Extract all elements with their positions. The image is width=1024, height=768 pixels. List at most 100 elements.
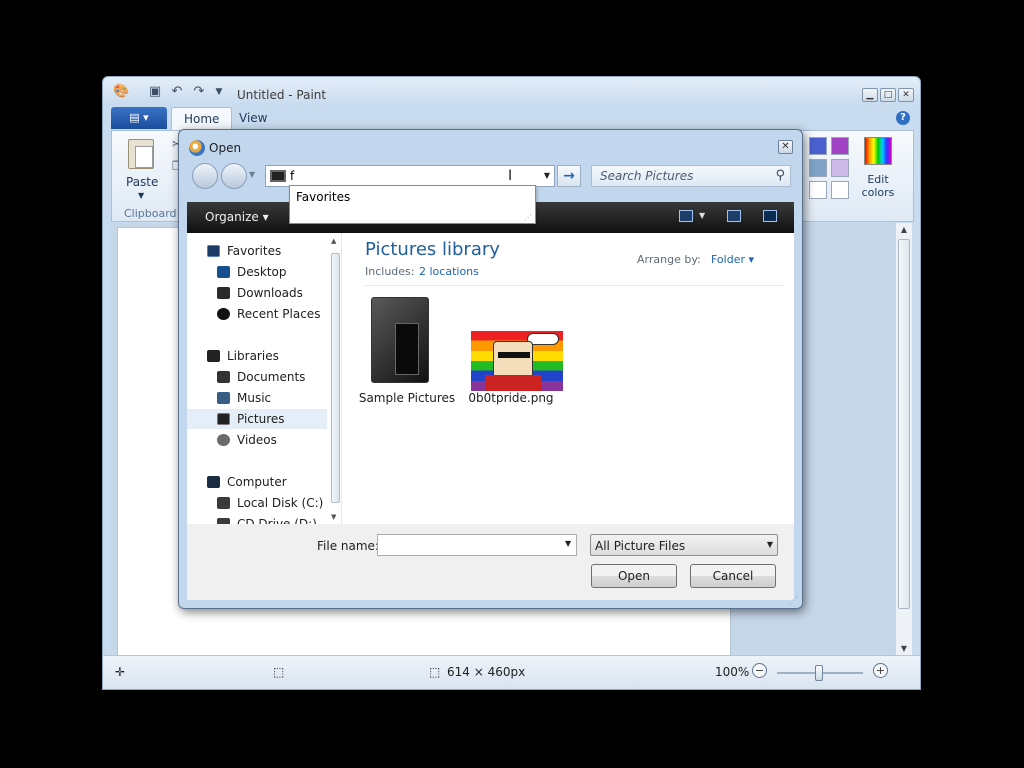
scroll-up-icon[interactable]: ▲ (331, 237, 336, 245)
paste-icon[interactable] (128, 139, 154, 169)
pictures-location-icon (270, 170, 286, 182)
address-bar[interactable]: f I ▼ (265, 165, 555, 187)
save-icon[interactable]: ▣ (147, 84, 163, 100)
folder-icon (371, 297, 431, 385)
organize-button[interactable]: Organize ▾ (205, 210, 269, 224)
nav-label: Desktop (237, 265, 287, 279)
paste-dropdown-icon[interactable]: ▼ (138, 191, 144, 200)
paint-app-icon[interactable]: 🎨 (113, 84, 129, 100)
nav-label: Documents (237, 370, 306, 384)
close-button[interactable]: ✕ (898, 88, 914, 102)
minimize-button[interactable]: ▁ (862, 88, 878, 102)
views-dropdown-icon[interactable]: ▼ (699, 211, 705, 220)
address-dropdown-icon[interactable]: ▼ (544, 171, 550, 180)
nav-item-videos[interactable]: Videos (187, 430, 327, 450)
computer-icon (207, 476, 220, 488)
back-button[interactable] (192, 163, 218, 189)
redo-icon[interactable]: ↷ (191, 84, 207, 100)
nav-item-libraries[interactable]: Libraries (187, 346, 327, 366)
color-swatch[interactable] (831, 181, 849, 199)
nav-item-desktop[interactable]: Desktop (187, 262, 327, 282)
downloads-icon (217, 287, 230, 299)
scrollbar-thumb[interactable] (898, 239, 910, 609)
file-name-dropdown-icon[interactable]: ▼ (565, 539, 571, 548)
favorites-icon (207, 245, 220, 257)
chevron-down-icon: ▼ (766, 540, 773, 549)
nav-item-computer[interactable]: Computer (187, 472, 327, 492)
nav-label: Libraries (227, 349, 279, 363)
dialog-close-button[interactable]: ✕ (778, 140, 793, 154)
color-swatch[interactable] (831, 159, 849, 177)
color-swatch[interactable] (809, 159, 827, 177)
dialog-titlebar: Open ✕ (179, 130, 802, 162)
edit-colors-button[interactable]: Edit colors (856, 137, 900, 203)
zoom-level: 100% (715, 665, 750, 679)
nav-item-documents[interactable]: Documents (187, 367, 327, 387)
zoom-out-button[interactable]: − (752, 663, 767, 678)
search-input[interactable]: Search Pictures ⚲ (591, 165, 791, 187)
nav-label: Videos (237, 433, 277, 447)
nav-label: Music (237, 391, 272, 405)
go-button[interactable]: → (557, 165, 581, 187)
navigation-pane: Favorites Desktop Downloads Recent Place… (187, 233, 342, 524)
paint-menu-button[interactable]: ▤ ▾ (111, 107, 167, 129)
preview-pane-icon[interactable] (727, 210, 741, 222)
tab-home[interactable]: Home (171, 107, 233, 130)
undo-icon[interactable]: ↶ (169, 84, 185, 100)
clipboard-group-label: Clipboard (124, 207, 177, 220)
nav-scrollbar[interactable]: ▲ ▼ (330, 237, 341, 521)
paste-button[interactable]: Paste (126, 175, 158, 189)
image-thumbnail (471, 331, 563, 391)
views-icon[interactable] (679, 210, 693, 222)
zoom-slider[interactable] (777, 665, 863, 681)
scroll-down-icon[interactable]: ▼ (331, 513, 336, 521)
vertical-scrollbar[interactable]: ▲ ▼ (895, 223, 912, 656)
file-name: 0b0tpride.png (468, 391, 554, 405)
scroll-down-icon[interactable]: ▼ (896, 642, 912, 656)
history-dropdown-icon[interactable]: ▼ (249, 170, 255, 179)
nav-label: Computer (227, 475, 287, 489)
nav-item-music[interactable]: Music (187, 388, 327, 408)
body-shape (485, 375, 541, 391)
help-icon[interactable] (763, 210, 777, 222)
color-swatch[interactable] (831, 137, 849, 155)
file-item[interactable]: 0b0tpride.png (461, 293, 563, 413)
file-type-select[interactable]: All Picture Files ▼ (590, 534, 778, 556)
sunglasses-shape (498, 352, 530, 358)
cancel-button[interactable]: Cancel (690, 564, 776, 588)
nav-item-recent-places[interactable]: Recent Places (187, 304, 327, 324)
resize-grip-icon[interactable]: ⋰ (524, 213, 532, 222)
file-name-input[interactable] (377, 534, 577, 556)
scroll-up-icon[interactable]: ▲ (896, 223, 912, 237)
nav-label: Pictures (237, 412, 285, 426)
nav-item-downloads[interactable]: Downloads (187, 283, 327, 303)
includes-locations-link[interactable]: 2 locations (419, 265, 479, 278)
pictures-icon (217, 413, 230, 425)
tab-view[interactable]: View (227, 107, 279, 130)
nav-scrollbar-thumb[interactable] (331, 253, 340, 503)
nav-item-favorites[interactable]: Favorites (187, 241, 327, 261)
arrange-by-dropdown[interactable]: Folder ▾ (711, 253, 754, 266)
forward-button[interactable] (221, 163, 247, 189)
nav-item-local-disk[interactable]: Local Disk (C:) (187, 493, 327, 513)
color-swatch[interactable] (809, 137, 827, 155)
customize-qat-icon[interactable]: ▼ (211, 84, 227, 100)
address-input[interactable]: f (290, 169, 294, 183)
selection-size-icon: ⬚ (273, 665, 285, 679)
resize-grip-icon[interactable]: ⋰ (789, 596, 798, 606)
edit-colors-label: Edit colors (861, 173, 895, 199)
image-size-icon: ⬚ (429, 665, 441, 679)
file-item[interactable]: Sample Pictures (357, 293, 457, 413)
autocomplete-item[interactable]: Favorites (296, 190, 350, 204)
zoom-slider-thumb[interactable] (815, 665, 823, 681)
nav-item-pictures[interactable]: Pictures (187, 409, 327, 429)
open-button[interactable]: Open (591, 564, 677, 588)
paint-titlebar: 🎨 ▣ ↶ ↷ ▼ Untitled - Paint ▁ □ ✕ (103, 77, 920, 105)
color-swatch[interactable] (809, 181, 827, 199)
zoom-in-button[interactable]: + (873, 663, 888, 678)
ribbon-tabs: ▤ ▾ Home View ? (111, 107, 914, 131)
nav-item-cd-drive[interactable]: CD Drive (D:) (187, 514, 327, 524)
maximize-button[interactable]: □ (880, 88, 896, 102)
help-icon[interactable]: ? (896, 111, 910, 125)
search-icon[interactable]: ⚲ (775, 168, 785, 183)
